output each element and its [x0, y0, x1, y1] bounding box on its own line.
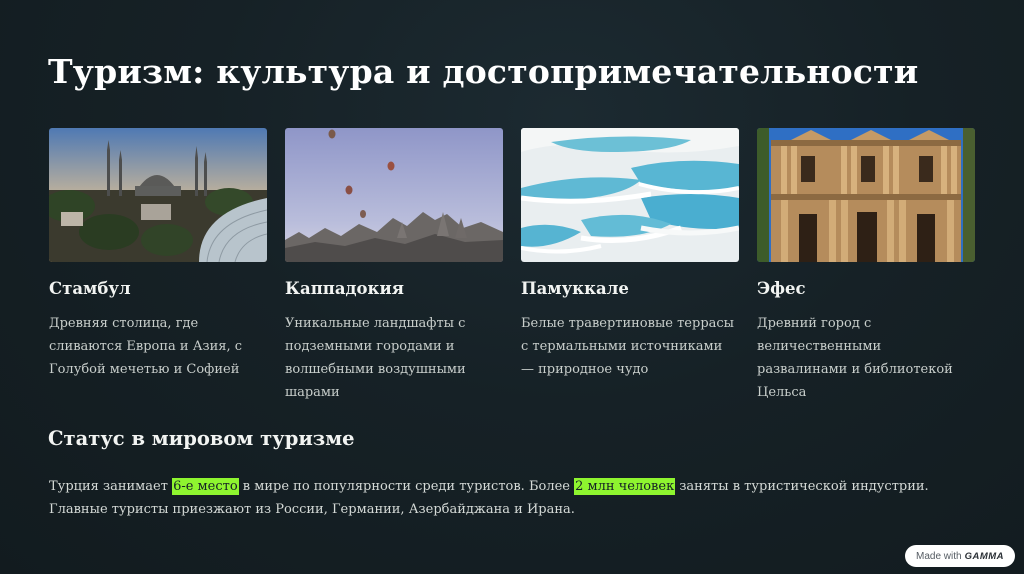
- status-text-1: Турция занимает: [49, 479, 173, 494]
- pamukkale-illustration: [521, 128, 739, 262]
- card-description: Древний город с величественными развалин…: [757, 316, 953, 400]
- istanbul-illustration: [49, 128, 267, 262]
- card-cappadocia: Каппадокия Уникальные ландшафты с подзем…: [285, 128, 503, 400]
- istanbul-image: [49, 128, 267, 262]
- card-title: Эфес: [757, 279, 806, 298]
- card-pamukkale: Памуккале Белые травертиновые террасы с …: [521, 128, 739, 377]
- gamma-logo: GAMMA: [964, 550, 1005, 562]
- slide-title: Туризм: культура и достопримечательности: [48, 52, 919, 91]
- section-heading: Статус в мировом туризме: [48, 427, 355, 450]
- made-with-gamma-badge[interactable]: Made with GAMMA: [905, 545, 1015, 567]
- card-istanbul: Стамбул Древняя столица, где сливаются Е…: [49, 128, 267, 377]
- card-title: Каппадокия: [285, 279, 404, 298]
- status-text-2: в мире по популярности среди туристов. Б…: [238, 479, 575, 494]
- card-title: Памуккале: [521, 279, 629, 298]
- badge-made-with: Made with: [915, 550, 962, 562]
- card-title: Стамбул: [49, 279, 131, 298]
- ephesus-illustration: [757, 128, 975, 262]
- status-paragraph: Турция занимает 6-е место в мире по попу…: [49, 475, 979, 521]
- card-ephesus: Эфес Древний город с величественными раз…: [757, 128, 975, 400]
- cappadocia-image: [285, 128, 503, 262]
- card-description: Уникальные ландшафты с подземными города…: [285, 316, 466, 400]
- pamukkale-image: [521, 128, 739, 262]
- card-description: Древняя столица, где сливаются Европа и …: [49, 316, 243, 377]
- ephesus-image: [757, 128, 975, 262]
- highlight-rank: 6-е место: [172, 478, 239, 495]
- cappadocia-illustration: [285, 128, 503, 262]
- highlight-employment: 2 млн человек: [574, 478, 676, 495]
- card-description: Белые травертиновые террасы с термальным…: [521, 316, 735, 377]
